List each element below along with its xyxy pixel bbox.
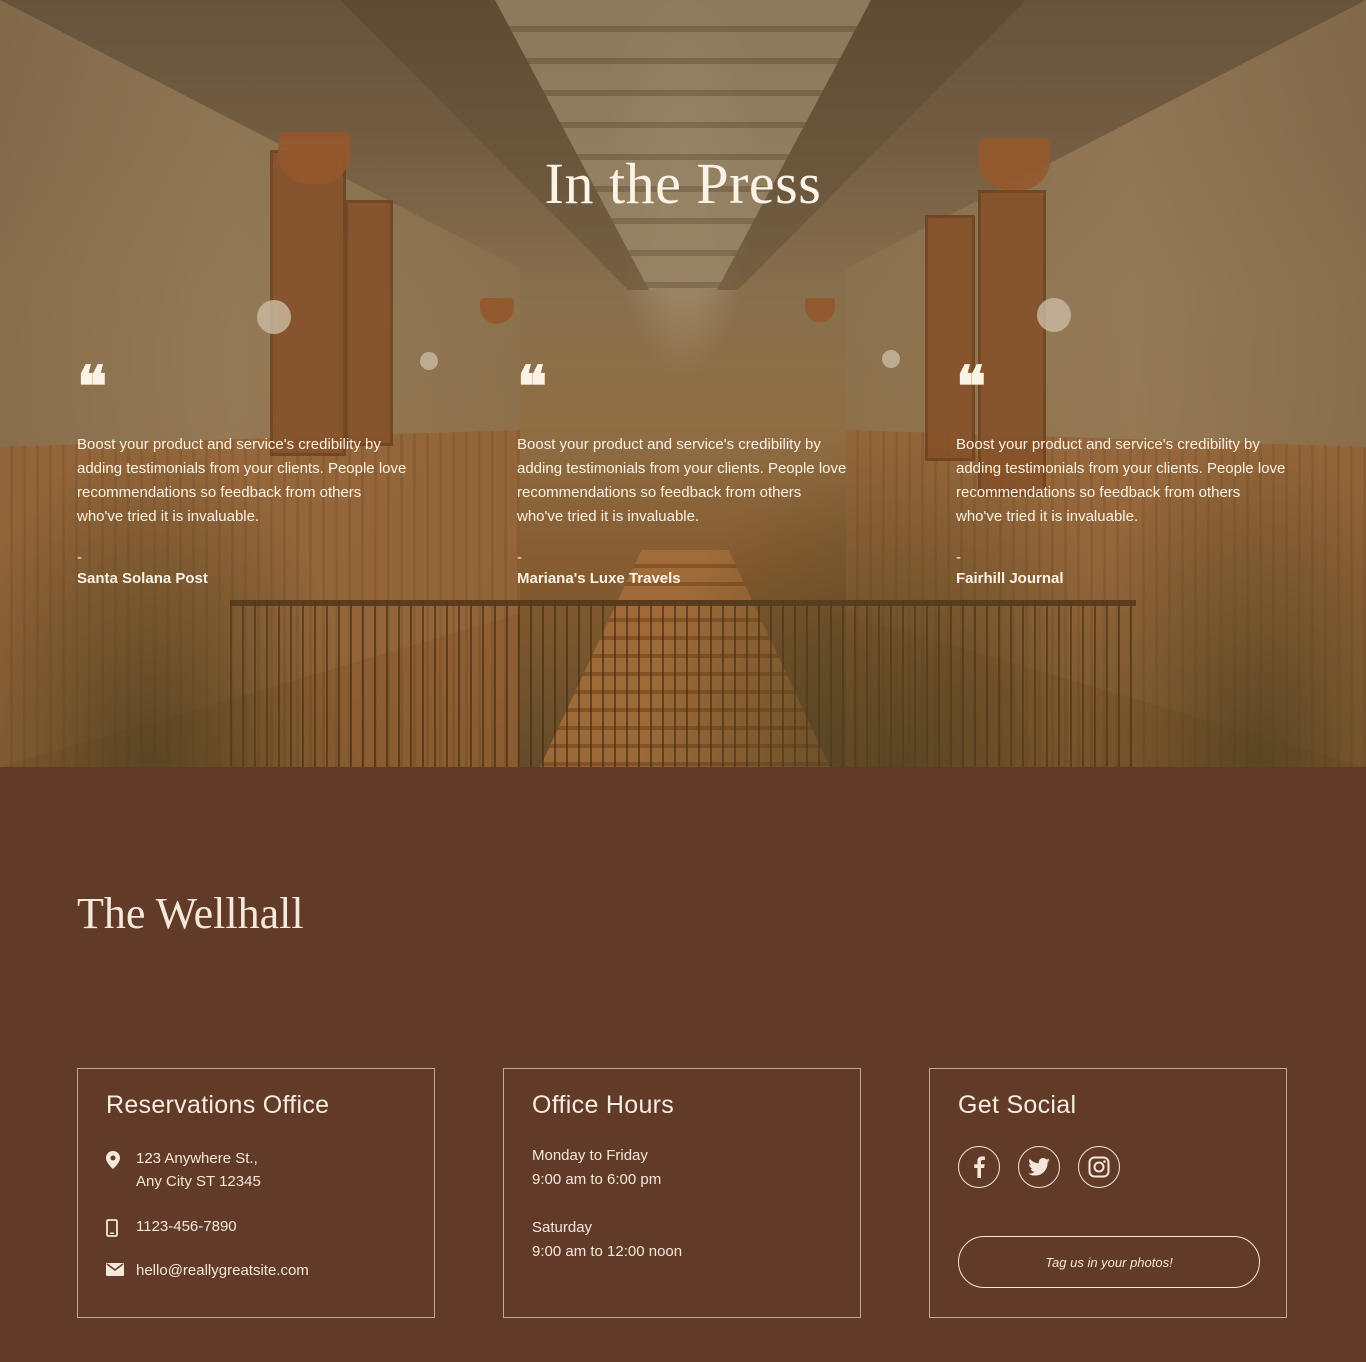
- testimonial-dash: -: [77, 549, 82, 566]
- phone-row: 1123-456-7890: [106, 1215, 237, 1238]
- address-line-1: 123 Anywhere St.,: [136, 1150, 258, 1167]
- weekday-hours: 9:00 am to 6:00 pm: [532, 1171, 662, 1188]
- tag-photos-button[interactable]: Tag us in your photos!: [958, 1236, 1260, 1288]
- email-address[interactable]: hello@reallygreatsite.com: [136, 1259, 309, 1282]
- location-pin-icon: [106, 1147, 136, 1169]
- testimonial-source: Santa Solana Post: [77, 570, 208, 587]
- testimonial-text: Boost your product and service's credibi…: [517, 436, 847, 525]
- quote-icon: ❝: [77, 357, 107, 419]
- address-row: 123 Anywhere St., Any City ST 12345: [106, 1147, 261, 1193]
- quote-icon: ❝: [956, 357, 986, 419]
- testimonial-source: Mariana's Luxe Travels: [517, 570, 681, 587]
- office-hours-title: Office Hours: [532, 1091, 675, 1119]
- phone-icon: [106, 1215, 136, 1237]
- press-title: In the Press: [544, 151, 822, 216]
- testimonial-text: Boost your product and service's credibi…: [956, 436, 1286, 525]
- testimonial-source: Fairhill Journal: [956, 570, 1064, 587]
- testimonial-card: ❝ Boost your product and service's credi…: [77, 357, 407, 589]
- testimonial-card: ❝ Boost your product and service's credi…: [956, 357, 1286, 589]
- office-hours-card: Office Hours Monday to Friday 9:00 am to…: [503, 1068, 861, 1318]
- facebook-icon[interactable]: [958, 1146, 1000, 1188]
- social-title: Get Social: [958, 1091, 1077, 1119]
- address-line-2: Any City ST 12345: [136, 1173, 261, 1190]
- testimonial-card: ❝ Boost your product and service's credi…: [517, 357, 847, 589]
- reservations-title: Reservations Office: [106, 1091, 330, 1119]
- instagram-icon[interactable]: [1078, 1146, 1120, 1188]
- reservations-card: Reservations Office 123 Anywhere St., An…: [77, 1068, 435, 1318]
- envelope-icon: [106, 1259, 136, 1276]
- email-row: hello@reallygreatsite.com: [106, 1259, 309, 1282]
- testimonial-text: Boost your product and service's credibi…: [77, 436, 407, 525]
- weekday-label: Monday to Friday: [532, 1147, 648, 1164]
- phone-number[interactable]: 1123-456-7890: [136, 1215, 237, 1238]
- social-card: Get Social Tag us in your photos!: [929, 1068, 1287, 1318]
- press-section: In the Press ❝ Boost your product and se…: [0, 0, 1366, 767]
- testimonial-dash: -: [517, 549, 522, 566]
- brand-name: The Wellhall: [77, 889, 304, 938]
- social-links: [958, 1146, 1258, 1188]
- twitter-icon[interactable]: [1018, 1146, 1060, 1188]
- saturday-hours: 9:00 am to 12:00 noon: [532, 1243, 683, 1260]
- saturday-label: Saturday: [532, 1219, 593, 1236]
- quote-icon: ❝: [517, 357, 547, 419]
- testimonial-dash: -: [956, 549, 961, 566]
